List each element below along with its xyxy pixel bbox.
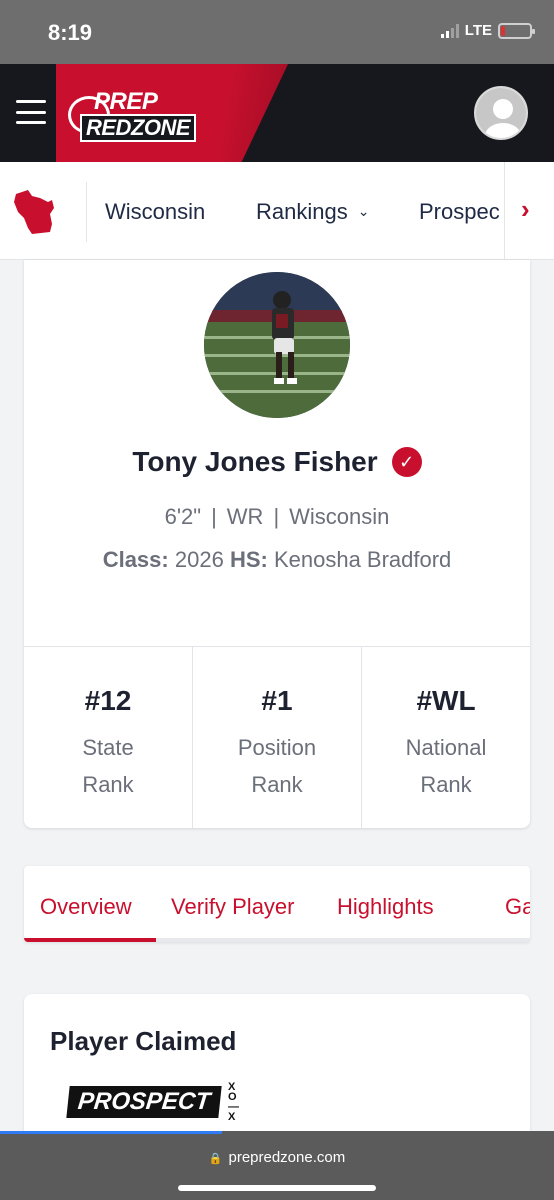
rank-label: Position [237, 735, 317, 760]
class-label: Class: [102, 547, 169, 572]
user-icon [476, 88, 526, 138]
rank-value: #12 [84, 685, 132, 716]
browser-bar: 🔒 prepredzone.com [0, 1131, 554, 1200]
national-rank: #WL National Rank [362, 647, 530, 828]
rank-label: National [405, 735, 487, 760]
logo-line2: REDZONE [80, 114, 197, 142]
url-display[interactable]: 🔒 prepredzone.com [0, 1149, 554, 1166]
player-claimed-card: Player Claimed PROSPECT X O—X [24, 994, 530, 1154]
meta-separator: | [211, 504, 217, 529]
verified-check-icon: ✓ [391, 447, 422, 477]
rank-value: #1 [261, 685, 293, 716]
prospect-logo-text: PROSPECT [66, 1086, 222, 1118]
lock-icon: 🔒 [208, 1153, 223, 1165]
menu-icon[interactable] [16, 100, 46, 124]
player-class-hs: Class: 2026 HS: Kenosha Bradford [24, 547, 530, 573]
wisconsin-state-icon[interactable] [10, 188, 60, 236]
tab-overview[interactable]: Overview [40, 894, 132, 920]
user-avatar-button[interactable] [474, 86, 528, 140]
status-indicators: LTE [440, 22, 535, 39]
chevron-right-icon: › [521, 194, 530, 224]
hs-label: HS: [229, 547, 268, 572]
site-header: PREP REDZONE [0, 64, 554, 162]
battery-icon [498, 22, 535, 39]
player-name-text: Tony Jones Fisher [132, 446, 378, 477]
rank-value: #WL [416, 685, 476, 716]
tab-gallery[interactable]: Galle [505, 894, 530, 920]
nav-item-rankings[interactable]: Rankings ⌄ [256, 199, 369, 225]
chevron-down-icon: ⌄ [357, 203, 370, 219]
rank-label: State [82, 735, 134, 760]
player-photo [204, 272, 350, 418]
rank-label: Rank [420, 772, 472, 797]
nav-scroll-right-button[interactable]: › [504, 162, 554, 259]
prospect-logo: PROSPECT X O—X [66, 1082, 239, 1123]
network-label: LTE [464, 22, 492, 39]
state-rank: #12 State Rank [24, 647, 193, 828]
status-time: 8:19 [48, 20, 93, 45]
hs-value: Kenosha Bradford [273, 547, 452, 572]
position-rank: #1 Position Rank [193, 647, 362, 828]
meta-separator: | [273, 504, 280, 529]
rank-label: Rank [251, 772, 303, 797]
claimed-title: Player Claimed [50, 1026, 237, 1056]
home-indicator[interactable] [178, 1185, 376, 1191]
profile-tabs: Overview Verify Player Highlights Galle [24, 866, 530, 942]
signal-icon [440, 23, 459, 38]
active-tab-indicator [24, 938, 156, 942]
player-state: Wisconsin [289, 504, 390, 529]
nav-item-state[interactable]: Wisconsin [105, 199, 205, 225]
logo-line1: PREP [94, 88, 158, 115]
tab-verify-player[interactable]: Verify Player [171, 894, 295, 920]
nav-divider [86, 182, 87, 242]
player-height: 6'2" [164, 504, 202, 529]
site-logo[interactable]: PREP REDZONE [68, 88, 214, 142]
url-text: prepredzone.com [228, 1149, 346, 1166]
rank-label: Rank [82, 772, 134, 797]
nav-rankings-label: Rankings [256, 199, 348, 224]
player-position: WR [226, 504, 264, 529]
player-name: Tony Jones Fisher ✓ [24, 446, 530, 478]
battery-fill [501, 25, 505, 36]
rank-grid: #12 State Rank #1 Position Rank #WL Nati… [24, 646, 530, 828]
player-profile-card: Tony Jones Fisher ✓ 6'2" | WR | Wisconsin Cla… [24, 260, 530, 828]
player-meta: 6'2" | WR | Wisconsin [24, 504, 530, 530]
class-value: 2026 [174, 547, 224, 572]
nav-item-prospects[interactable]: Prospec [419, 199, 500, 225]
page-load-progress [0, 1131, 222, 1134]
tab-highlights[interactable]: Highlights [337, 894, 434, 920]
status-bar: 8:19 LTE [0, 0, 554, 64]
play-diagram-icon: X O—X [228, 1081, 239, 1123]
section-nav: Wisconsin Rankings ⌄ Prospec › [0, 162, 554, 260]
